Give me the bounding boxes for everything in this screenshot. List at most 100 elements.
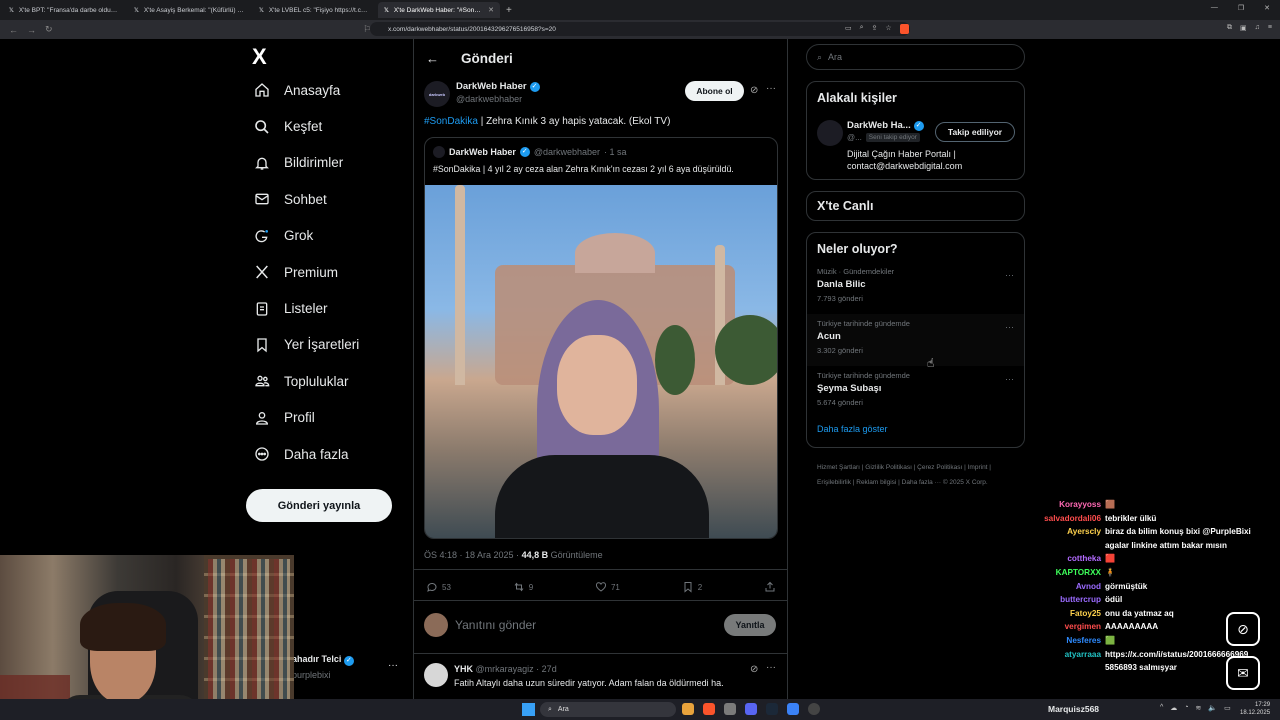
minimize-icon[interactable]: —: [1211, 4, 1218, 12]
post-author[interactable]: darkweb DarkWeb Haber ✓ @darkwebhaber: [424, 81, 540, 107]
discord-icon[interactable]: [745, 703, 757, 715]
obs-icon[interactable]: [808, 703, 820, 715]
taskbar-search[interactable]: ⌕ Ara: [540, 702, 676, 717]
menu-icon[interactable]: ≡: [1268, 24, 1272, 32]
hashtag-link[interactable]: #SonDakika: [424, 116, 478, 127]
volume-icon[interactable]: 🔈: [1208, 704, 1217, 712]
grok-float-icon[interactable]: ⊘: [1226, 612, 1260, 646]
post-timestamp: ÖS 4:18 · 18 Ara 2025 · 44,8 B Görüntüle…: [424, 550, 603, 560]
wallet-icon[interactable]: ▣: [1240, 24, 1247, 32]
more-options-icon[interactable]: ···: [1005, 374, 1014, 384]
search-input[interactable]: ⌕ Ara: [806, 44, 1025, 70]
nav-item-lists[interactable]: Listeler: [246, 290, 406, 326]
reply-input[interactable]: Yanıtını gönder: [455, 618, 536, 632]
nav-item-bookmarks[interactable]: Yer İşaretleri: [246, 327, 406, 363]
trend-item[interactable]: Müzik · Gündemdekiler Danla Bilic 7.793 …: [807, 262, 1024, 314]
trend-category: Türkiye tarihinde gündemde: [817, 371, 910, 380]
close-window-icon[interactable]: ✕: [1264, 4, 1270, 12]
browser-tab[interactable]: 𝕏 X'te BPT: "Fransa'da darbe olduğunu: [3, 2, 125, 18]
trend-item[interactable]: Türkiye tarihinde gündemde Şeyma Subaşı …: [807, 366, 1024, 418]
browser-tab[interactable]: 𝕏 X'te Asayiş Berkemal: "(Küfürlü) İstanb: [128, 2, 250, 18]
music-icon[interactable]: ♫: [1255, 24, 1260, 32]
nav-item-more[interactable]: Daha fazla: [246, 436, 406, 472]
post-header: ← Gönderi: [414, 39, 787, 77]
avatar[interactable]: [817, 120, 843, 146]
trend-item[interactable]: Türkiye tarihinde gündemde Acun 3.302 gö…: [807, 314, 1024, 366]
subscribe-button[interactable]: Abone ol: [685, 81, 744, 101]
bookmark-count: 2: [697, 582, 703, 592]
nav-item-notifications[interactable]: Bildirimler: [246, 145, 406, 181]
share-action[interactable]: [764, 581, 776, 593]
photo-coat: [495, 455, 709, 538]
restore-icon[interactable]: ❐: [1238, 4, 1244, 12]
like-action[interactable]: 71: [595, 581, 620, 593]
nav-item-premium[interactable]: Premium: [246, 254, 406, 290]
messages-float-icon[interactable]: ✉: [1226, 656, 1260, 690]
steam-icon[interactable]: [766, 703, 778, 715]
nav-item-messages[interactable]: Sohbet: [246, 181, 406, 217]
bookmark-action[interactable]: 2: [682, 581, 702, 593]
trend-category: Müzik · Gündemdekiler: [817, 267, 895, 276]
show-more-link[interactable]: Daha fazla göster: [807, 418, 1024, 434]
address-bar[interactable]: x.com/darkwebhaber/status/20016432962765…: [370, 22, 910, 36]
extensions-icon[interactable]: ⧉: [1227, 24, 1232, 32]
related-handle: @... Seni takip ediyor: [847, 133, 920, 142]
more-options-icon[interactable]: ···: [766, 662, 776, 673]
stream-chat: Korayyoss 🟫 salvadordali06 tebrikler ülkü …: [1000, 500, 1280, 677]
network-icon[interactable]: ◔: [1184, 704, 1188, 712]
comment-author[interactable]: YHK: [454, 664, 473, 674]
share-icon[interactable]: ⇪: [872, 24, 878, 34]
post-photo[interactable]: [425, 185, 777, 538]
app-icon[interactable]: [724, 703, 736, 715]
browser-tab-active[interactable]: 𝕏 X'te DarkWeb Haber: "#SonDaik ✕: [378, 2, 500, 18]
star-icon[interactable]: ☆: [885, 24, 891, 34]
nav-item-explore[interactable]: Keşfet: [246, 108, 406, 144]
cloud-icon[interactable]: ☁: [1170, 704, 1177, 712]
repost-action[interactable]: 9: [513, 581, 533, 593]
tab-title: X'te Asayiş Berkemal: "(Küfürlü) İstanb: [143, 6, 244, 14]
reply-action[interactable]: 53: [426, 581, 451, 593]
clock[interactable]: 17:29 18.12.2025: [1240, 701, 1270, 717]
x-logo[interactable]: X: [252, 44, 284, 72]
divider: [414, 653, 787, 654]
reply-button[interactable]: Yanıtla: [724, 614, 776, 636]
post-button[interactable]: Gönderi yayınla: [246, 489, 392, 522]
following-button[interactable]: Takip ediliyor: [935, 122, 1015, 142]
reload-icon[interactable]: ↻: [45, 24, 53, 35]
brave-shield-icon[interactable]: [899, 24, 909, 34]
close-tab-icon[interactable]: ✕: [488, 6, 494, 14]
more-options-icon[interactable]: ···: [766, 83, 776, 94]
more-options-icon[interactable]: ···: [1005, 270, 1014, 280]
back-arrow-icon[interactable]: ←: [9, 25, 18, 35]
tray-chevron-icon[interactable]: ^: [1160, 704, 1163, 712]
footer-links[interactable]: Hizmet Şartları | Gizlilik Politikası | …: [817, 460, 1017, 490]
battery-icon[interactable]: ▭: [1224, 704, 1231, 712]
browser-tab[interactable]: 𝕏 X'te LVBEL c5: "Fişiyo https://t.co/A1: [253, 2, 375, 18]
new-tab-button[interactable]: +: [506, 5, 512, 16]
forward-arrow-icon[interactable]: →: [27, 25, 36, 35]
nav-item-grok[interactable]: Grok: [246, 218, 406, 254]
account-switcher[interactable]: ahadır Telci ✓ purplebixi: [292, 654, 354, 680]
file-explorer-icon[interactable]: [682, 703, 694, 715]
account-more-icon[interactable]: ···: [388, 660, 398, 671]
x-live-card[interactable]: X'te Canlı: [806, 191, 1025, 221]
screen-icon[interactable]: ▭: [845, 24, 852, 34]
avatar[interactable]: darkweb: [424, 81, 450, 107]
avatar[interactable]: [424, 663, 448, 687]
app-icon[interactable]: [787, 703, 799, 715]
windows-start-icon[interactable]: [522, 703, 535, 716]
search-placeholder: Ara: [828, 52, 843, 62]
wifi-icon[interactable]: ≋: [1196, 704, 1202, 712]
related-name[interactable]: DarkWeb Ha... ✓: [847, 120, 924, 131]
nav-item-home[interactable]: Anasayfa: [246, 72, 406, 108]
more-options-icon[interactable]: ···: [1005, 322, 1014, 332]
back-arrow-icon[interactable]: ←: [426, 51, 439, 66]
zoom-icon[interactable]: ⌕: [860, 24, 864, 34]
grok-icon[interactable]: ⊘: [750, 85, 758, 96]
browser-toolbar: ← → ↻ ⚐ x.com/darkwebhaber/status/200164…: [0, 20, 1280, 39]
brave-icon[interactable]: [703, 703, 715, 715]
nav-item-communities[interactable]: Topluluklar: [246, 363, 406, 399]
nav-item-profile[interactable]: Profil: [246, 400, 406, 436]
quoted-post[interactable]: DarkWeb Haber ✓ @darkwebhaber · 1 sa #So…: [424, 137, 778, 539]
grok-icon[interactable]: ⊘: [750, 664, 758, 675]
